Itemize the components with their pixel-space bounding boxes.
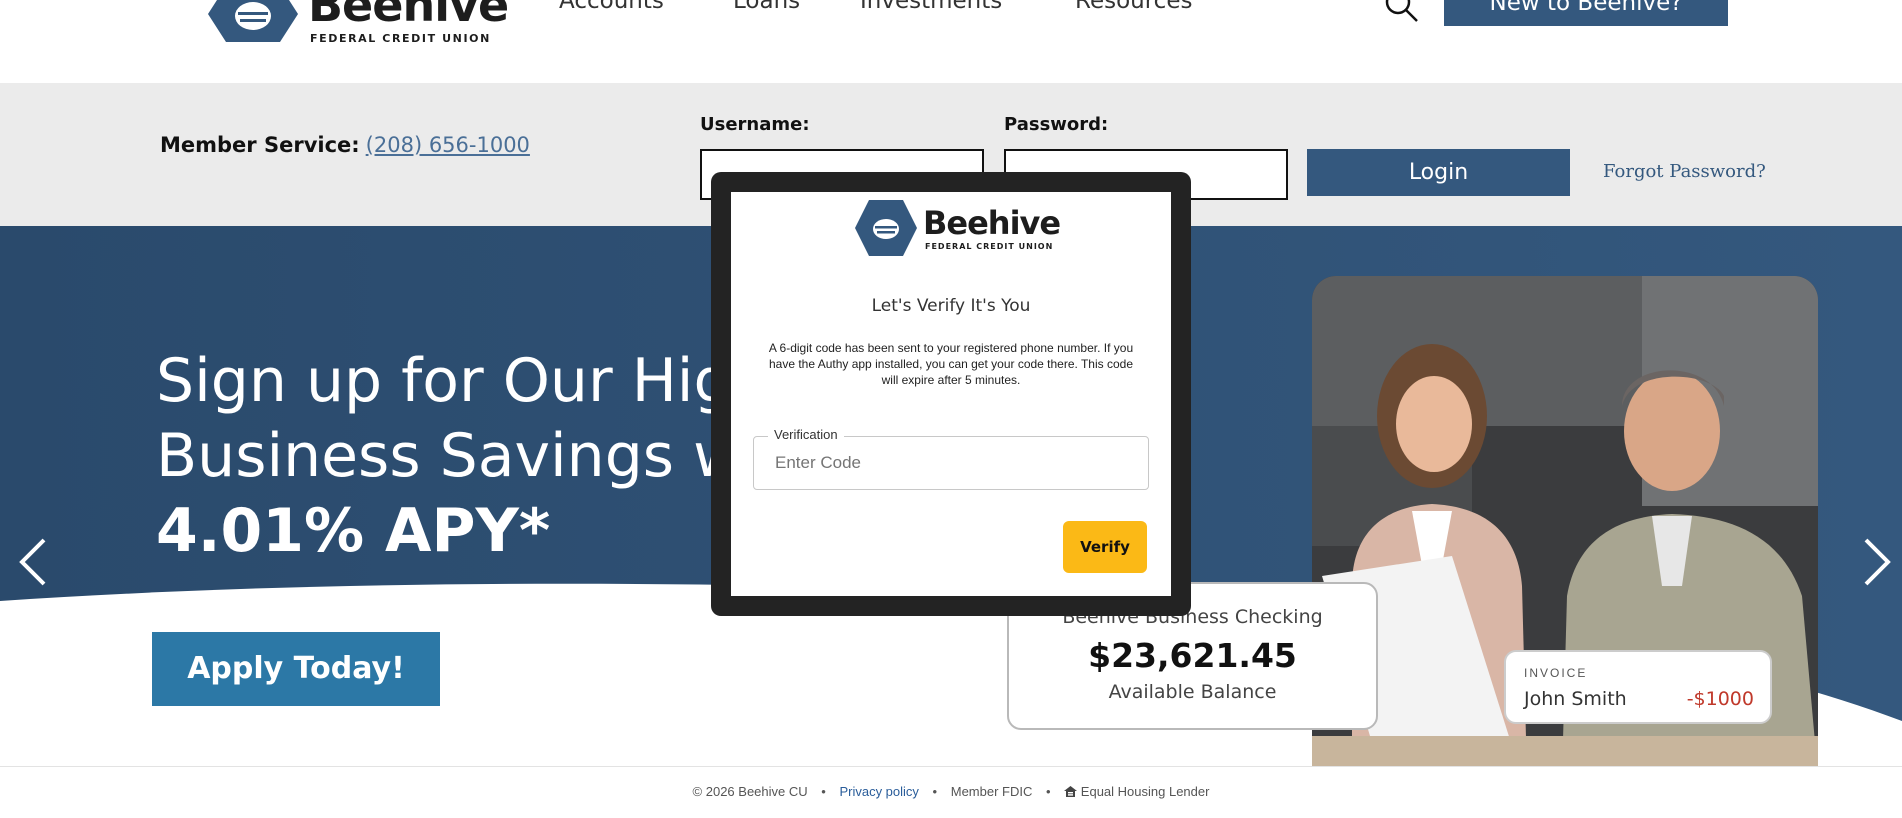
nav-investments[interactable]: Investments bbox=[860, 0, 1002, 14]
forgot-password-link[interactable]: Forgot Password? bbox=[1603, 161, 1766, 182]
username-label: Username: bbox=[700, 114, 810, 135]
privacy-policy-link[interactable]: Privacy policy bbox=[839, 784, 918, 799]
search-button[interactable] bbox=[1384, 0, 1420, 24]
beehive-logo[interactable]: Beehive FEDERAL CREDIT UNION bbox=[208, 0, 509, 46]
carousel-prev-button[interactable] bbox=[14, 532, 54, 592]
footer-copyright: © 2026 Beehive CU bbox=[692, 784, 808, 799]
verification-modal: Beehive FEDERAL CREDIT UNION Let's Verif… bbox=[711, 172, 1191, 616]
modal-logo-subtitle: FEDERAL CREDIT UNION bbox=[925, 242, 1054, 251]
member-service-label: Member Service: bbox=[160, 133, 360, 157]
carousel-next-button[interactable] bbox=[1856, 532, 1896, 592]
verify-button[interactable]: Verify bbox=[1063, 521, 1147, 573]
beehive-logo-icon bbox=[855, 200, 917, 256]
verification-field: Verification bbox=[753, 427, 1149, 490]
site-header: Beehive FEDERAL CREDIT UNION Accounts Lo… bbox=[0, 0, 1902, 83]
chevron-left-icon bbox=[19, 538, 46, 586]
site-footer: © 2026 Beehive CU • Privacy policy • Mem… bbox=[0, 766, 1902, 818]
search-icon bbox=[1385, 0, 1418, 22]
new-to-beehive-button[interactable]: New to Beehive? bbox=[1444, 0, 1728, 26]
footer-separator: • bbox=[821, 784, 826, 799]
hero-headline: Sign up for Our Hig Business Savings w 4… bbox=[156, 344, 742, 569]
footer-fdic: Member FDIC bbox=[950, 784, 1033, 799]
footer-separator: • bbox=[932, 784, 938, 799]
logo-wordmark: Beehive bbox=[308, 0, 509, 32]
logo-subtitle: FEDERAL CREDIT UNION bbox=[310, 32, 491, 45]
invoice-card: INVOICE John Smith -$1000 bbox=[1504, 650, 1772, 724]
invoice-name: John Smith bbox=[1524, 688, 1627, 710]
nav-loans[interactable]: Loans bbox=[733, 0, 800, 14]
verification-code-input[interactable] bbox=[755, 438, 1145, 488]
headline-line-2: Business Savings w bbox=[156, 421, 743, 491]
nav-accounts[interactable]: Accounts bbox=[559, 0, 664, 14]
footer-housing: Equal Housing Lender bbox=[1080, 784, 1210, 799]
headline-apy: 4.01% APY* bbox=[156, 496, 551, 566]
equal-housing-icon bbox=[1064, 786, 1078, 797]
chevron-right-icon bbox=[1864, 538, 1891, 586]
beehive-logo-icon bbox=[208, 0, 298, 42]
member-service-phone-link[interactable]: (208) 656-1000 bbox=[366, 133, 530, 157]
balance-card-caption: Available Balance bbox=[1108, 681, 1277, 703]
member-service: Member Service: (208) 656-1000 bbox=[160, 133, 530, 157]
modal-title: Let's Verify It's You bbox=[871, 296, 1031, 316]
login-button[interactable]: Login bbox=[1307, 149, 1570, 196]
modal-description: A 6-digit code has been sent to your reg… bbox=[768, 341, 1134, 387]
modal-logo-wordmark: Beehive bbox=[923, 204, 1061, 242]
password-label: Password: bbox=[1004, 114, 1109, 135]
invoice-label: INVOICE bbox=[1524, 666, 1588, 680]
headline-line-1: Sign up for Our Hig bbox=[156, 346, 732, 416]
apply-today-button[interactable]: Apply Today! bbox=[152, 632, 440, 706]
modal-logo: Beehive FEDERAL CREDIT UNION bbox=[855, 194, 1061, 260]
footer-separator: • bbox=[1045, 784, 1051, 799]
nav-resources[interactable]: Resources bbox=[1075, 0, 1192, 14]
invoice-amount: -$1000 bbox=[1686, 688, 1754, 710]
verification-modal-content: Beehive FEDERAL CREDIT UNION Let's Verif… bbox=[731, 192, 1171, 596]
balance-card-amount: $23,621.45 bbox=[1088, 636, 1297, 675]
